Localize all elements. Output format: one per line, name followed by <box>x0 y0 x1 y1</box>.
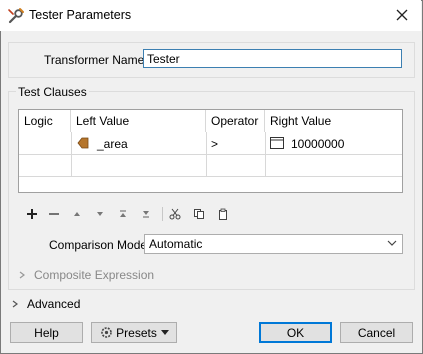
attribute-icon <box>77 137 89 149</box>
test-clauses-table: Logic Left Value Operator Right Value _a… <box>18 109 403 193</box>
presets-button-label: Presets <box>116 325 157 340</box>
help-button-label: Help <box>34 325 59 340</box>
chevron-right-icon <box>19 271 25 279</box>
transformer-name-label: Transformer Name: <box>44 53 148 67</box>
comparison-mode-select[interactable]: Automatic <box>144 234 403 254</box>
remove-icon[interactable] <box>46 206 62 222</box>
transformer-name-input[interactable]: Tester <box>143 49 402 68</box>
column-header-logic[interactable]: Logic <box>19 110 71 132</box>
composite-expression-toggle[interactable]: Composite Expression <box>18 268 154 282</box>
text-value-icon <box>270 137 284 149</box>
composite-expression-label: Composite Expression <box>34 268 155 282</box>
column-divider <box>265 132 266 176</box>
comparison-mode-label: Comparison Mode: <box>49 238 151 252</box>
advanced-label: Advanced <box>27 297 81 311</box>
move-down-icon[interactable] <box>92 206 108 222</box>
move-top-icon[interactable] <box>115 206 131 222</box>
title-bar: Tester Parameters <box>0 0 421 31</box>
move-bottom-icon[interactable] <box>138 206 154 222</box>
add-icon[interactable] <box>24 206 40 222</box>
test-clauses-title: Test Clauses <box>16 85 89 99</box>
advanced-toggle[interactable]: Advanced <box>8 297 80 311</box>
cut-icon[interactable] <box>167 206 183 222</box>
presets-button[interactable]: Presets <box>91 322 177 343</box>
caret-down-icon <box>160 329 169 335</box>
help-button[interactable]: Help <box>10 322 83 343</box>
row-divider <box>19 176 402 177</box>
column-header-operator[interactable]: Operator <box>206 110 265 132</box>
cancel-button-label: Cancel <box>357 325 396 340</box>
window-title: Tester Parameters <box>29 8 132 22</box>
close-icon <box>396 9 408 21</box>
cell-right-value[interactable]: 10000000 <box>291 134 344 154</box>
cell-operator[interactable]: > <box>211 134 218 154</box>
close-button[interactable] <box>389 4 415 26</box>
cancel-button[interactable]: Cancel <box>340 322 413 343</box>
move-up-icon[interactable] <box>69 206 85 222</box>
cell-left-value[interactable]: _area <box>97 134 128 154</box>
wrench-tester-icon <box>8 8 24 24</box>
row-divider <box>19 154 402 155</box>
paste-icon[interactable] <box>215 206 231 222</box>
column-divider <box>71 132 72 176</box>
ok-button-label: OK <box>286 325 305 340</box>
chevron-down-icon <box>387 240 397 246</box>
presets-gear-icon <box>101 327 112 338</box>
ok-button[interactable]: OK <box>259 322 332 343</box>
column-header-right-value[interactable]: Right Value <box>265 110 402 132</box>
toolbar-separator <box>162 207 163 221</box>
column-header-left-value[interactable]: Left Value <box>71 110 206 132</box>
column-divider <box>206 132 207 176</box>
chevron-right-icon <box>12 300 18 308</box>
comparison-mode-value: Automatic <box>149 237 203 251</box>
copy-icon[interactable] <box>191 206 207 222</box>
